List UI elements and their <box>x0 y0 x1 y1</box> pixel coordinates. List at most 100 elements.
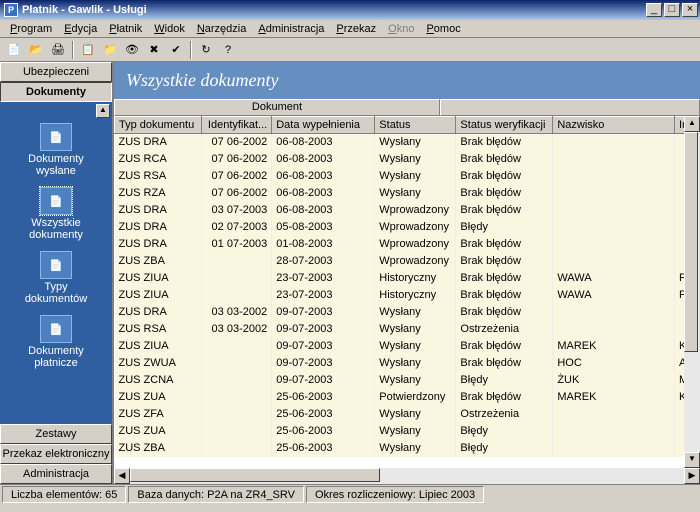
menu-administracja[interactable]: Administracja <box>252 22 330 36</box>
print-icon[interactable]: 🖨 <box>48 40 68 60</box>
nav-docs-sent[interactable]: 📄Dokumentywysłane <box>26 120 86 180</box>
sidebar-tab-ubezpieczeni[interactable]: Ubezpieczeni <box>0 62 112 82</box>
window-title: Płatnik - Gawlik - Usługi <box>22 4 644 16</box>
cell <box>553 406 675 423</box>
cell: 01-08-2003 <box>272 236 375 253</box>
scroll-up-icon[interactable]: ▲ <box>684 116 700 132</box>
cell: WAWA <box>553 287 675 304</box>
cell: Wprowadzony <box>375 202 456 219</box>
table-row[interactable]: ZUS DRA07 06-200206-08-2003WysłanyBrak b… <box>115 134 700 151</box>
cell: 07 06-2002 <box>201 134 271 151</box>
table-row[interactable]: ZUS ZIUA23-07-2003HistorycznyBrak błędów… <box>115 287 700 304</box>
cell: Brak błędów <box>456 287 553 304</box>
minimize-button[interactable]: _ <box>646 3 662 17</box>
nav-all-docs-icon: 📄 <box>40 187 72 215</box>
scroll-thumb[interactable] <box>684 132 698 352</box>
table-row[interactable]: ZUS ZUA25-06-2003WysłanyBłędy <box>115 423 700 440</box>
table-row[interactable]: ZUS ZIUA09-07-2003WysłanyBrak błędówMARE… <box>115 338 700 355</box>
cell: ZUS ZIUA <box>115 270 202 287</box>
copy-icon[interactable]: 📋 <box>78 40 98 60</box>
cell: 01 07-2003 <box>201 236 271 253</box>
table-row[interactable]: ZUS ZWUA09-07-2003WysłanyBrak błędówHOCA… <box>115 355 700 372</box>
menu-okno[interactable]: Okno <box>382 22 420 36</box>
table-row[interactable]: ZUS ZUA25-06-2003PotwierdzonyBrak błędów… <box>115 389 700 406</box>
toolbar: 📄📂🖨 📋📁👁✖✔ ↻? <box>0 38 700 62</box>
cell: 25-06-2003 <box>272 389 375 406</box>
cell <box>553 185 675 202</box>
cell: MAREK <box>553 338 675 355</box>
sidebar-scroll-up[interactable]: ▲ <box>96 104 110 118</box>
cell <box>553 304 675 321</box>
status-db: Baza danych: P2A na ZR4_SRV <box>128 486 304 503</box>
cell: Wysłany <box>375 355 456 372</box>
cell: 25-06-2003 <box>272 423 375 440</box>
table-row[interactable]: ZUS ZBA28-07-2003WprowadzonyBrak błędów <box>115 253 700 270</box>
cell: 06-08-2003 <box>272 168 375 185</box>
cell: ZUS ZUA <box>115 423 202 440</box>
column-header[interactable]: Typ dokumentu <box>115 117 202 134</box>
cell <box>201 406 271 423</box>
refresh-icon[interactable]: ↻ <box>196 40 216 60</box>
menu-płatnik[interactable]: Płatnik <box>103 22 148 36</box>
table-row[interactable]: ZUS RZA07 06-200206-08-2003WysłanyBrak b… <box>115 185 700 202</box>
close-button[interactable]: × <box>682 3 698 17</box>
sidebar-tab-zestawy[interactable]: Zestawy <box>0 424 112 444</box>
vertical-scrollbar[interactable]: ▲ ▼ <box>684 116 700 468</box>
menu-program[interactable]: Program <box>4 22 58 36</box>
table-row[interactable]: ZUS ZFA25-06-2003WysłanyOstrzeżenia <box>115 406 700 423</box>
table-row[interactable]: ZUS DRA01 07-200301-08-2003WprowadzonyBr… <box>115 236 700 253</box>
folder-open-icon[interactable]: 📁 <box>100 40 120 60</box>
sidebar-tab-przekaz[interactable]: Przekaz elektroniczny <box>0 444 112 464</box>
cell: Brak błędów <box>456 202 553 219</box>
menu-widok[interactable]: Widok <box>148 22 191 36</box>
cell: Brak błędów <box>456 304 553 321</box>
column-header[interactable]: Status weryfikacji <box>456 117 553 134</box>
cell: Wysłany <box>375 185 456 202</box>
horizontal-scrollbar[interactable]: ◀ ▶ <box>114 468 700 484</box>
maximize-button[interactable]: □ <box>664 3 680 17</box>
table-row[interactable]: ZUS RSA07 06-200206-08-2003WysłanyBrak b… <box>115 168 700 185</box>
menu-edycja[interactable]: Edycja <box>58 22 103 36</box>
scroll-down-icon[interactable]: ▼ <box>684 452 700 468</box>
hscroll-left-icon[interactable]: ◀ <box>114 468 130 484</box>
open-icon[interactable]: 📂 <box>26 40 46 60</box>
app-icon: P <box>4 3 18 17</box>
column-header[interactable]: Data wypełnienia <box>272 117 375 134</box>
sidebar-tab-admin[interactable]: Administracja <box>0 464 112 484</box>
menu-pomoc[interactable]: Pomoc <box>420 22 466 36</box>
cell: 25-06-2003 <box>272 440 375 457</box>
table-row[interactable]: ZUS DRA02 07-200305-08-2003WprowadzonyBł… <box>115 219 700 236</box>
nav-payment-docs[interactable]: 📄Dokumentypłatnicze <box>26 312 86 372</box>
hscroll-thumb[interactable] <box>130 468 380 482</box>
preview-icon[interactable]: 👁 <box>122 40 142 60</box>
check-icon[interactable]: ✔ <box>166 40 186 60</box>
table-row[interactable]: ZUS RSA03 03-200209-07-2003WysłanyOstrze… <box>115 321 700 338</box>
column-header[interactable]: Nazwisko <box>553 117 675 134</box>
table-row[interactable]: ZUS DRA03 07-200306-08-2003WprowadzonyBr… <box>115 202 700 219</box>
cell: WAWA <box>553 270 675 287</box>
new-icon[interactable]: 📄 <box>4 40 24 60</box>
column-header[interactable]: Status <box>375 117 456 134</box>
cell: Historyczny <box>375 287 456 304</box>
nav-doc-types[interactable]: 📄Typydokumentów <box>23 248 89 308</box>
delete-icon[interactable]: ✖ <box>144 40 164 60</box>
cell: ZUS ZIUA <box>115 338 202 355</box>
table-row[interactable]: ZUS RCA07 06-200206-08-2003WysłanyBrak b… <box>115 151 700 168</box>
nav-all-docs[interactable]: 📄Wszystkiedokumenty <box>27 184 85 244</box>
group-header-dokument: Dokument <box>114 99 440 116</box>
menu-przekaz[interactable]: Przekaz <box>330 22 382 36</box>
cell: 06-08-2003 <box>272 202 375 219</box>
table-row[interactable]: ZUS DRA03 03-200209-07-2003WysłanyBrak b… <box>115 304 700 321</box>
help-icon[interactable]: ? <box>218 40 238 60</box>
hscroll-right-icon[interactable]: ▶ <box>684 468 700 484</box>
cell: Ostrzeżenia <box>456 321 553 338</box>
table-row[interactable]: ZUS ZBA25-06-2003WysłanyBłędy <box>115 440 700 457</box>
sidebar-body: ▲ 📄Dokumentywysłane📄Wszystkiedokumenty📄T… <box>0 102 112 424</box>
table-row[interactable]: ZUS ZCNA09-07-2003WysłanyBłędyŻUKM. <box>115 372 700 389</box>
sidebar-tab-dokumenty[interactable]: Dokumenty <box>0 82 112 102</box>
column-header[interactable]: Identyfikat... <box>201 117 271 134</box>
cell: Wysłany <box>375 321 456 338</box>
table-row[interactable]: ZUS ZIUA23-07-2003HistorycznyBrak błędów… <box>115 270 700 287</box>
menu-narzędzia[interactable]: Narzędzia <box>191 22 253 36</box>
menubar: ProgramEdycjaPłatnikWidokNarzędziaAdmini… <box>0 20 700 38</box>
